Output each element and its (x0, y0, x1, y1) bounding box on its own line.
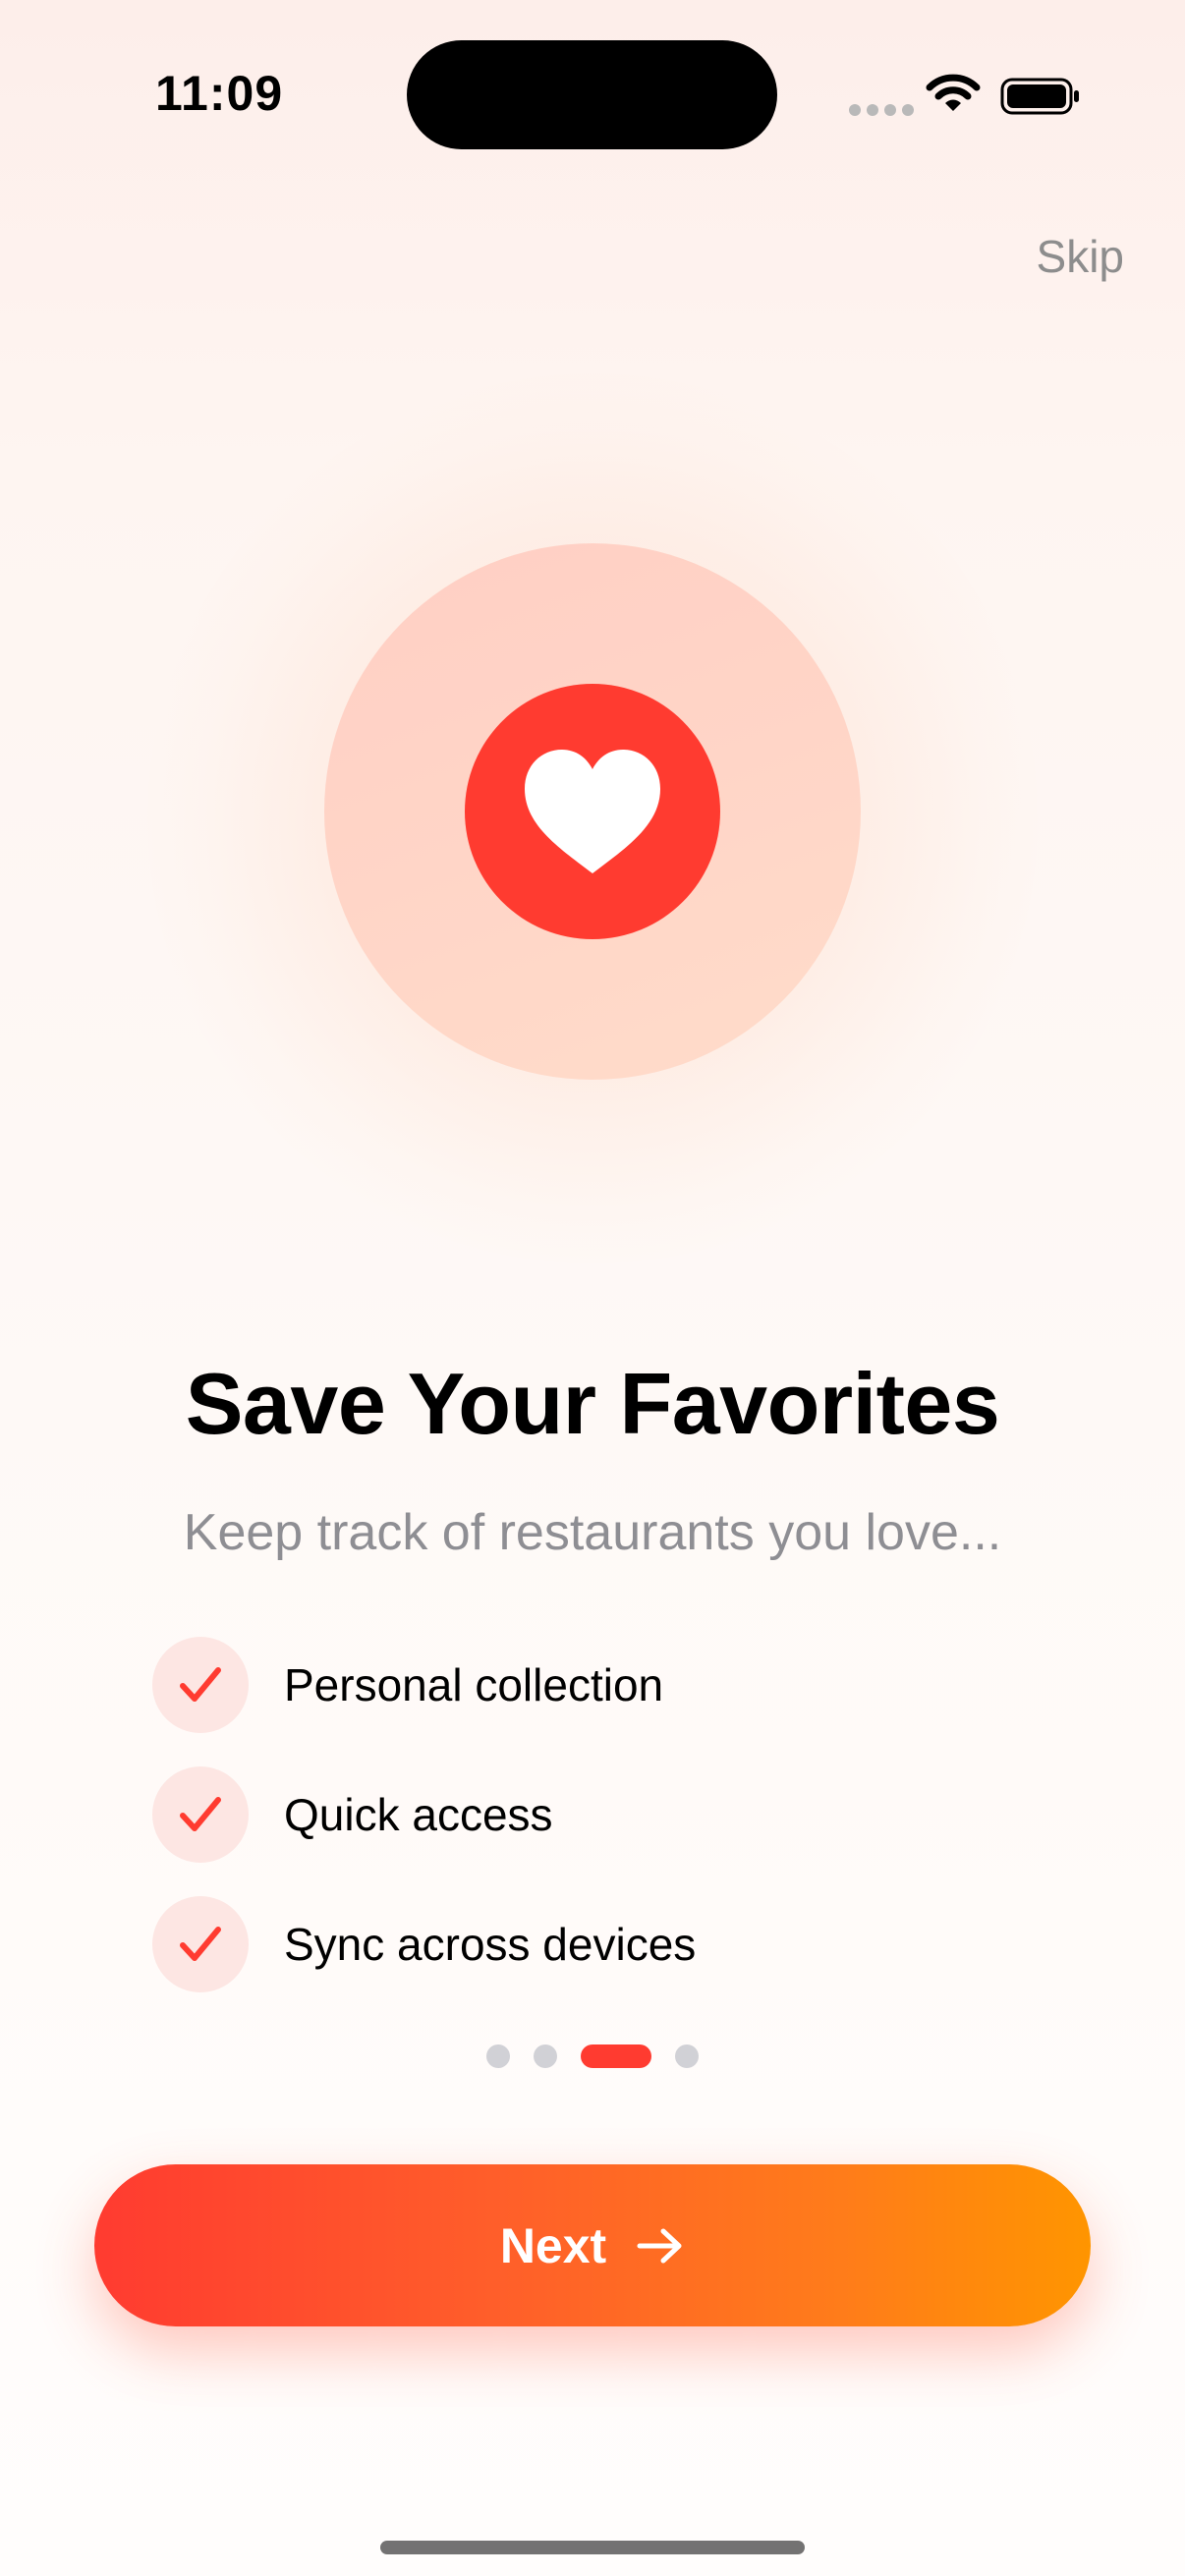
feature-label: Sync across devices (284, 1919, 697, 1970)
page-subtitle: Keep track of restaurants you love... (183, 1504, 1002, 1561)
checkmark-icon (180, 1667, 221, 1702)
check-badge (152, 1637, 249, 1733)
battery-icon (1000, 78, 1079, 115)
status-bar-time: 11:09 (155, 66, 284, 121)
hero-badge (465, 684, 720, 939)
wifi-icon (926, 74, 981, 111)
next-button[interactable]: Next (94, 2164, 1091, 2326)
check-badge (152, 1896, 249, 1992)
page-dot[interactable] (486, 2044, 510, 2068)
checkmark-icon (180, 1797, 221, 1831)
dynamic-island (407, 40, 777, 149)
feature-item-personal-collection: Personal collection (152, 1637, 663, 1733)
page-indicator (0, 2044, 1185, 2068)
arrow-right-icon (637, 2228, 682, 2263)
heart-icon (525, 750, 660, 873)
feature-label: Personal collection (284, 1659, 664, 1710)
skip-button[interactable]: Skip (1037, 230, 1124, 283)
page-dot-active[interactable] (581, 2044, 651, 2068)
home-indicator[interactable] (380, 2541, 805, 2554)
cellular-dots-icon (849, 104, 914, 116)
checkmark-icon (180, 1927, 221, 1961)
feature-item-quick-access: Quick access (152, 1766, 553, 1863)
check-badge (152, 1766, 249, 1863)
feature-item-sync-across-devices: Sync across devices (152, 1896, 696, 1992)
page-title: Save Your Favorites (185, 1355, 1000, 1452)
page-dot[interactable] (675, 2044, 699, 2068)
onboarding-screen: 11:09 Skip Save Your Favorites Keep trac… (0, 0, 1185, 2576)
next-button-label: Next (499, 2217, 607, 2273)
feature-label: Quick access (284, 1789, 553, 1840)
page-dot[interactable] (534, 2044, 557, 2068)
